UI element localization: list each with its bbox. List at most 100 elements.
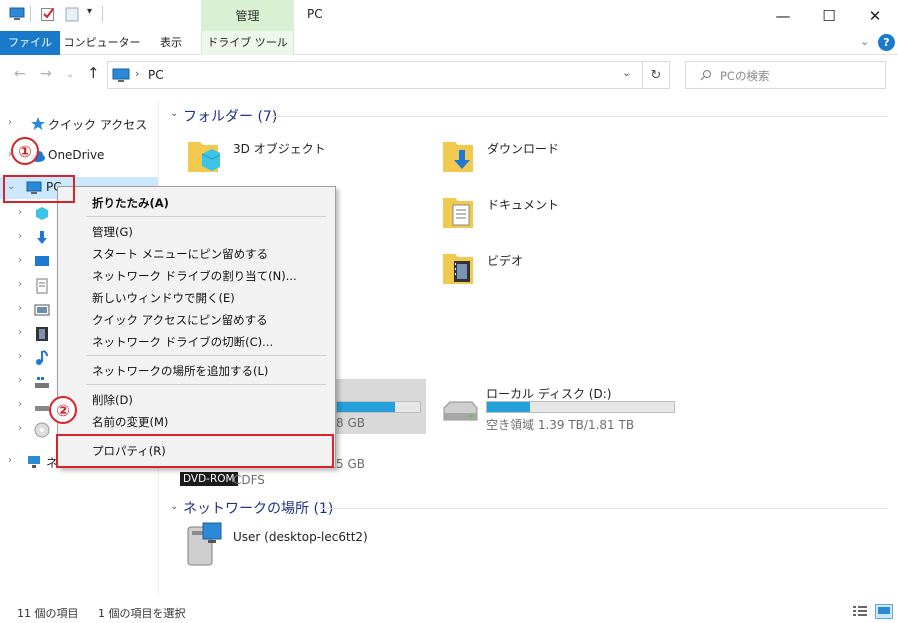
picture-icon xyxy=(34,304,50,316)
status-item-count: 11 個の項目 xyxy=(17,607,79,620)
hard-drive-icon xyxy=(443,401,478,421)
download-arrow-icon xyxy=(37,231,47,244)
new-folder-icon[interactable] xyxy=(64,6,80,22)
sidebar-item-label: クイック アクセス xyxy=(48,118,148,132)
help-icon[interactable]: ? xyxy=(878,34,895,51)
dvd-size-text: 5 GB xyxy=(336,457,365,471)
properties-checkmark-icon[interactable] xyxy=(40,6,56,22)
drive-c-free-text: 8 GB xyxy=(336,416,365,430)
folder-label[interactable]: ドキュメント xyxy=(487,196,559,213)
menu-item-add-network-location[interactable]: ネットワークの場所を追加する(L) xyxy=(92,363,268,379)
search-box[interactable]: PCの検索 xyxy=(685,61,886,89)
chevron-right-icon[interactable]: › xyxy=(8,117,12,128)
drive-c-usage-bar xyxy=(336,401,421,413)
network-item-label[interactable]: User (desktop-lec6tt2) xyxy=(233,530,368,544)
3d-objects-folder-icon xyxy=(188,142,220,172)
annotation-box-properties xyxy=(56,434,334,468)
title-bar: ▾ 管理 PC — ☐ ✕ xyxy=(0,0,898,31)
address-dropdown-icon[interactable]: ⌄ xyxy=(622,66,631,79)
annotation-step-1: ① xyxy=(11,137,39,165)
videos-folder-icon xyxy=(443,254,473,284)
status-selected-count: 1 個の項目を選択 xyxy=(98,607,186,620)
drive-d-label[interactable]: ローカル ディスク (D:) xyxy=(486,385,611,402)
film-icon xyxy=(36,327,48,341)
window-title: PC xyxy=(307,7,323,21)
sidebar-item-quick-access[interactable]: › クイック アクセス xyxy=(0,113,158,135)
chevron-right-icon[interactable]: › xyxy=(18,351,22,362)
menu-item-manage[interactable]: 管理(G) xyxy=(92,224,133,240)
refresh-icon[interactable]: ↻ xyxy=(642,61,670,89)
documents-folder-icon xyxy=(443,198,473,228)
context-tab-group-manage: 管理 xyxy=(201,0,294,31)
tab-file[interactable]: ファイル xyxy=(0,31,60,55)
minimize-button[interactable]: — xyxy=(760,0,806,31)
chevron-right-icon[interactable]: › xyxy=(18,279,22,290)
chevron-right-icon[interactable]: › xyxy=(18,423,22,434)
collapse-network-chevron-icon[interactable]: ⌄ xyxy=(170,501,178,512)
chevron-right-icon[interactable]: › xyxy=(18,303,22,314)
dvd-rom-badge: DVD-ROM xyxy=(180,472,238,486)
menu-item-delete[interactable]: 削除(D) xyxy=(92,392,133,408)
close-button[interactable]: ✕ xyxy=(852,0,898,31)
chevron-right-icon[interactable]: › xyxy=(18,399,22,410)
folders-section-header[interactable]: フォルダー (7) xyxy=(183,106,277,126)
music-note-icon xyxy=(36,350,48,365)
folder-label[interactable]: 3D オブジェクト xyxy=(233,140,326,157)
menu-item-collapse[interactable]: 折りたたみ(A) xyxy=(92,195,169,211)
annotation-box-pc xyxy=(3,175,75,203)
search-icon xyxy=(700,70,711,81)
chevron-right-icon[interactable]: › xyxy=(18,375,22,386)
computer-icon xyxy=(9,7,25,20)
menu-item-open-new-window[interactable]: 新しいウィンドウで開く(E) xyxy=(92,290,235,306)
annotation-step-2: ② xyxy=(49,396,77,424)
menu-item-rename[interactable]: 名前の変更(M) xyxy=(92,414,168,430)
large-icons-view-icon[interactable] xyxy=(875,604,893,619)
windows-drive-icon xyxy=(35,377,49,388)
ribbon-expand-icon[interactable]: ⌄ xyxy=(860,35,869,48)
menu-item-pin-to-start[interactable]: スタート メニューにピン留めする xyxy=(92,246,268,262)
collapse-folders-chevron-icon[interactable]: ⌄ xyxy=(170,108,178,119)
menu-item-map-network-drive[interactable]: ネットワーク ドライブの割り当て(N)... xyxy=(92,268,297,284)
chevron-right-icon[interactable]: › xyxy=(18,207,22,218)
context-menu: 折りたたみ(A) 管理(G) スタート メニューにピン留めする ネットワーク ド… xyxy=(57,186,336,468)
dvd-filesystem-text: CDFS xyxy=(233,473,265,487)
breadcrumb[interactable]: PC xyxy=(148,68,164,82)
forward-arrow-icon[interactable]: → xyxy=(40,66,52,82)
computer-icon xyxy=(112,68,130,82)
ribbon-tabs: ファイル コンピューター 表示 ドライブ ツール ⌄ ? xyxy=(0,31,898,55)
tab-drive-tools[interactable]: ドライブ ツール xyxy=(201,31,294,55)
drive-d-free-text: 空き領域 1.39 TB/1.81 TB xyxy=(486,418,635,432)
downloads-folder-icon xyxy=(443,142,473,172)
chevron-right-icon[interactable]: › xyxy=(18,255,22,266)
maximize-button[interactable]: ☐ xyxy=(806,0,852,31)
recent-locations-chevron-icon[interactable]: ⌄ xyxy=(66,69,74,80)
tab-view[interactable]: 表示 xyxy=(148,31,194,55)
back-arrow-icon[interactable]: ← xyxy=(14,66,26,82)
folder-label[interactable]: ダウンロード xyxy=(487,140,559,157)
disc-icon xyxy=(34,422,50,438)
search-input[interactable]: PCの検索 xyxy=(720,68,769,84)
menu-item-disconnect-network-drive[interactable]: ネットワーク ドライブの切断(C)... xyxy=(92,334,273,350)
drive-d-usage-bar xyxy=(486,401,675,413)
chevron-right-icon[interactable]: › xyxy=(8,455,12,466)
document-icon xyxy=(36,278,48,294)
status-bar: 11 個の項目 1 個の項目を選択 xyxy=(0,600,898,623)
chevron-right-icon[interactable]: › xyxy=(18,327,22,338)
folder-label[interactable]: ビデオ xyxy=(487,252,523,269)
star-icon xyxy=(31,117,45,130)
desktop-icon xyxy=(35,256,49,266)
up-arrow-icon[interactable]: ↑ xyxy=(87,64,100,82)
breadcrumb-separator-icon[interactable]: › xyxy=(135,67,139,80)
network-icon xyxy=(28,456,40,468)
address-bar[interactable]: › PC ⌄ xyxy=(107,61,670,89)
details-view-icon[interactable] xyxy=(852,605,868,618)
network-section-header[interactable]: ネットワークの場所 (1) xyxy=(183,498,333,518)
tab-computer[interactable]: コンピューター xyxy=(62,31,142,55)
sidebar-item-label: OneDrive xyxy=(48,148,105,162)
3d-objects-icon xyxy=(36,207,48,220)
chevron-right-icon[interactable]: › xyxy=(18,231,22,242)
menu-item-pin-quick-access[interactable]: クイック アクセスにピン留めする xyxy=(92,312,268,328)
hard-drive-icon xyxy=(35,406,49,411)
customize-qat-icon[interactable]: ▾ xyxy=(87,6,92,17)
network-computer-icon xyxy=(187,522,222,566)
